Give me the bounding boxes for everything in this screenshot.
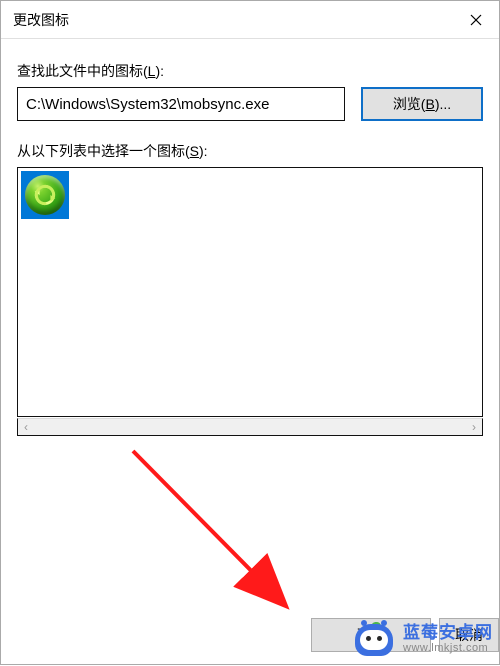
window-title: 更改图标	[13, 10, 69, 30]
ok-button[interactable]: 确定	[311, 618, 431, 652]
sync-icon	[25, 175, 65, 215]
scroll-right-icon: ›	[472, 420, 476, 434]
icon-item-sync[interactable]	[21, 171, 69, 219]
change-icon-dialog: 更改图标 查找此文件中的图标(L): 浏览(B)... 从以下列表中选择一个图标…	[0, 0, 500, 665]
titlebar: 更改图标	[1, 1, 499, 39]
close-button[interactable]	[453, 1, 499, 39]
icon-list-scrollbar[interactable]: ‹ ›	[17, 418, 483, 436]
dialog-content: 查找此文件中的图标(L): 浏览(B)... 从以下列表中选择一个图标(S):	[1, 39, 499, 436]
scroll-left-icon: ‹	[24, 420, 28, 434]
cancel-button[interactable]: 取消	[439, 618, 499, 652]
icon-list[interactable]	[17, 167, 483, 417]
close-icon	[470, 14, 482, 26]
path-row: 浏览(B)...	[17, 87, 483, 121]
select-from-label: 从以下列表中选择一个图标(S):	[17, 141, 483, 161]
look-for-label: 查找此文件中的图标(L):	[17, 61, 483, 81]
browse-button[interactable]: 浏览(B)...	[361, 87, 483, 121]
dialog-button-row: 确定 取消	[311, 618, 499, 652]
icon-path-input[interactable]	[17, 87, 345, 121]
